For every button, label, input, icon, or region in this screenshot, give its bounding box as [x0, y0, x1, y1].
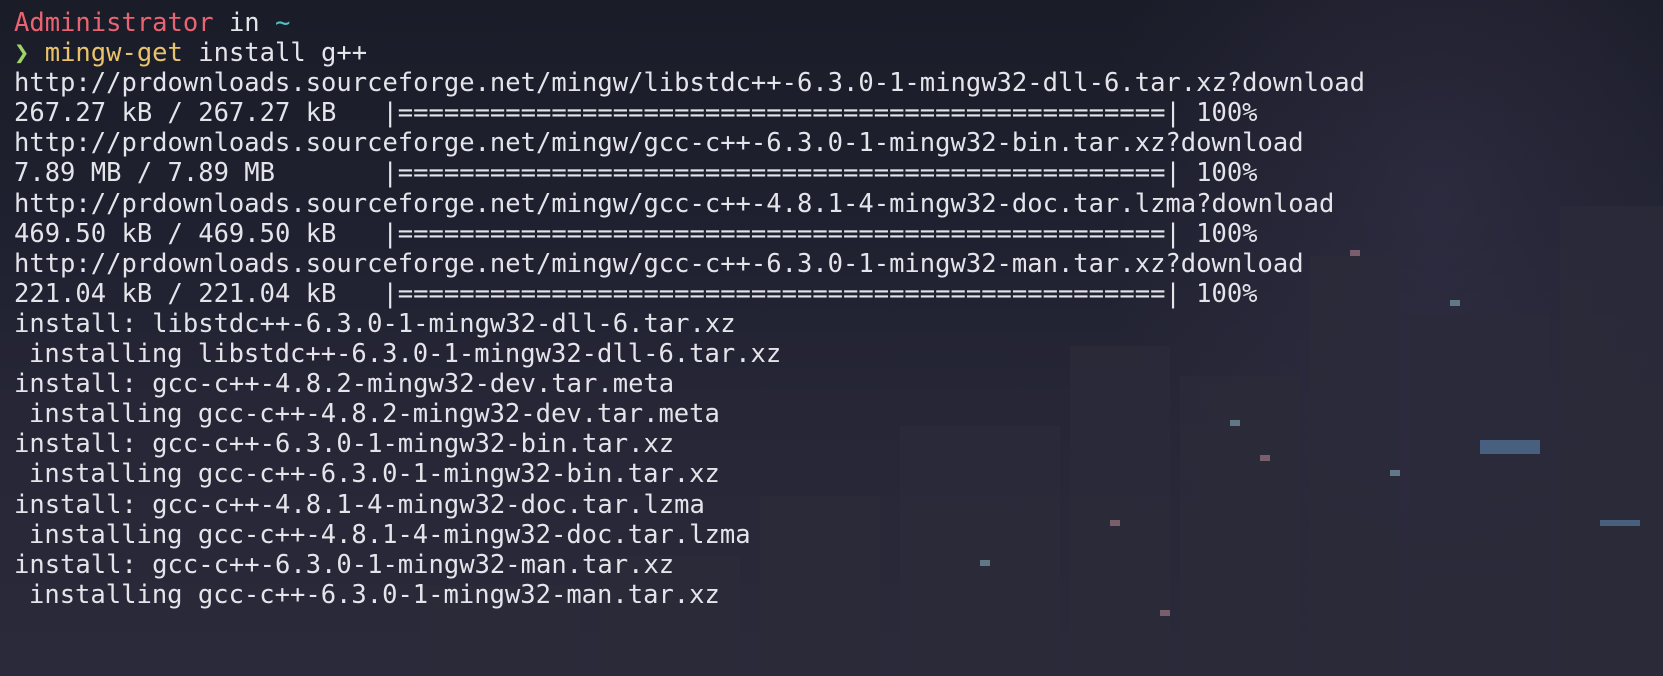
prompt-in-word: in — [228, 8, 260, 38]
prompt-chevron-icon: ❯ — [14, 38, 30, 69]
output-line-progress: 469.50 kB / 469.50 kB |=================… — [14, 218, 1258, 249]
command-name: mingw-get — [44, 38, 183, 69]
terminal-output[interactable]: Administrator in ~ ❯ mingw-get install g+… — [14, 8, 1365, 610]
output-line-progress: 267.27 kB / 267.27 kB |=================… — [14, 98, 1258, 129]
terminal-window[interactable]: Administrator in ~ ❯ mingw-get install g+… — [0, 0, 1663, 676]
output-line-install: install: gcc-c++-4.8.1-4-mingw32-doc.tar… — [14, 489, 705, 520]
output-line-progress: 221.04 kB / 221.04 kB |=================… — [14, 278, 1258, 309]
prompt-user: Administrator — [14, 8, 214, 38]
output-line-installing: installing libstdc++-6.3.0-1-mingw32-dll… — [29, 339, 782, 370]
output-line-install: install: libstdc++-6.3.0-1-mingw32-dll-6… — [14, 308, 736, 339]
output-line-installing: installing gcc-c++-4.8.1-4-mingw32-doc.t… — [29, 519, 751, 550]
output-line-url: http://prdownloads.sourceforge.net/mingw… — [14, 68, 1366, 99]
output-line-url: http://prdownloads.sourceforge.net/mingw… — [14, 248, 1304, 279]
prompt-line: Administrator in ~ — [14, 8, 1365, 38]
command-line: ❯ mingw-get install g++ — [14, 38, 1365, 68]
output-line-install: install: gcc-c++-4.8.2-mingw32-dev.tar.m… — [14, 369, 675, 400]
output-line-installing: installing gcc-c++-6.3.0-1-mingw32-man.t… — [29, 579, 720, 610]
output-line-progress: 7.89 MB / 7.89 MB |=====================… — [14, 158, 1258, 189]
prompt-directory: ~ — [275, 8, 291, 38]
output-line-install: install: gcc-c++-6.3.0-1-mingw32-man.tar… — [14, 549, 675, 580]
output-line-install: install: gcc-c++-6.3.0-1-mingw32-bin.tar… — [14, 429, 675, 460]
command-args: install g++ — [182, 38, 368, 69]
output-line-url: http://prdownloads.sourceforge.net/mingw… — [14, 128, 1304, 159]
output-line-installing: installing gcc-c++-6.3.0-1-mingw32-bin.t… — [29, 459, 720, 490]
output-line-url: http://prdownloads.sourceforge.net/mingw… — [14, 188, 1335, 219]
output-line-installing: installing gcc-c++-4.8.2-mingw32-dev.tar… — [29, 399, 720, 430]
